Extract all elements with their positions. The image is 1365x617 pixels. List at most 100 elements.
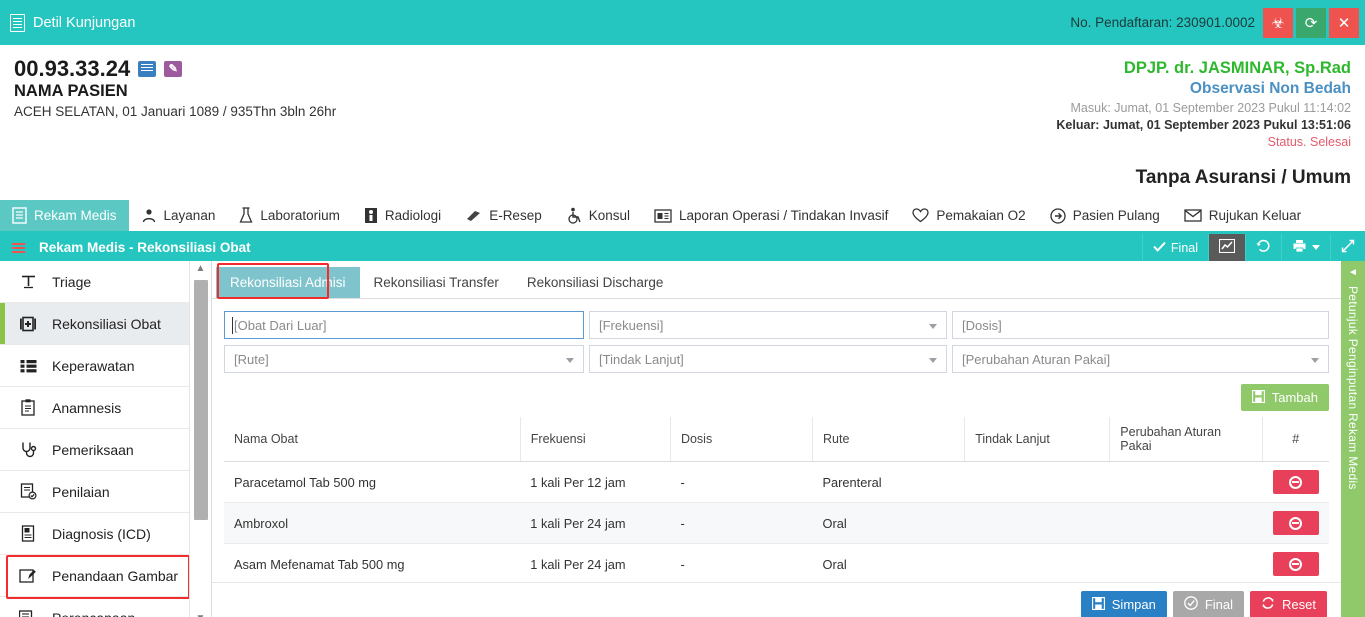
patient-birth-info: ACEH SELATAN, 01 Januari 1089 / 935Thn 3… [14,104,336,119]
sidebar-scrollbar[interactable]: ▲ ▼ [189,261,211,617]
cell-frekuensi: 1 kali Per 24 jam [520,503,670,544]
minus-circle-icon [1289,517,1302,530]
hamburger-icon[interactable] [12,243,25,253]
tambah-button[interactable]: Tambah [1241,384,1329,411]
sidebar-item-penandaan-gambar[interactable]: Penandaan Gambar [0,555,211,597]
delete-row-button[interactable] [1273,552,1319,576]
section-title: Rekam Medis - Rekonsiliasi Obat [39,240,251,255]
final-button[interactable]: Final [1173,591,1244,617]
cell-tindak-lanjut [965,503,1110,544]
sub-tab-label: Rekonsiliasi Transfer [374,275,499,290]
admission-time: Masuk: Jumat, 01 September 2023 Pukul 11… [1056,100,1351,117]
tab-pasien-pulang[interactable]: Pasien Pulang [1038,200,1172,231]
cell-rute: Oral [813,503,965,544]
ward-name: Observasi Non Bedah [1056,79,1351,100]
delete-row-button[interactable] [1273,470,1319,494]
sidebar-item-label: Perencanaan [52,610,135,617]
caret-up-icon[interactable]: ▲ [196,261,206,276]
wheelchair-icon [566,207,582,224]
tab-e-resep[interactable]: E-Resep [453,200,554,231]
caret-left-icon[interactable]: ◄ [1348,267,1358,278]
cell-dosis: - [670,503,812,544]
close-icon: ✕ [1338,14,1351,32]
scrollbar-thumb[interactable] [194,280,208,520]
expand-button[interactable] [1330,234,1365,261]
tab-konsul[interactable]: Konsul [554,200,642,231]
perubahan-aturan-pakai-select[interactable]: [Perubahan Aturan Pakai] [952,345,1329,373]
reset-button[interactable]: Reset [1250,591,1327,617]
final-button-label: Final [1205,597,1233,612]
tindak-lanjut-select[interactable]: [Tindak Lanjut] [589,345,947,373]
col-header-frekuensi: Frekuensi [520,417,670,462]
chart-button[interactable] [1208,234,1245,261]
caret-down-icon[interactable]: ▼ [196,611,206,617]
cell-frekuensi: 1 kali Per 12 jam [520,462,670,503]
table-body: Paracetamol Tab 500 mg 1 kali Per 12 jam… [224,462,1329,585]
table-head: Nama Obat Frekuensi Dosis Rute Tindak La… [224,417,1329,462]
sidebar-item-keperawatan[interactable]: Keperawatan [0,345,211,387]
tab-layanan[interactable]: Layanan [129,200,228,231]
virus-icon-button[interactable]: ☣ [1263,8,1293,38]
tab-rekonsiliasi-discharge[interactable]: Rekonsiliasi Discharge [513,267,678,298]
virus-icon: ☣ [1271,14,1284,32]
right-help-panel[interactable]: ◄ Petunjuk Penginputan Rekam Medis [1341,261,1365,617]
main-nav-tabs: Rekam Medis Layanan Laboratorium Radiolo… [0,200,1365,234]
records-list-icon[interactable] [138,61,156,77]
perubahan-aturan-pakai-placeholder: [Perubahan Aturan Pakai] [962,352,1110,367]
sidebar-item-label: Penandaan Gambar [52,568,178,584]
sidebar-item-diagnosis-icd[interactable]: Diagnosis (ICD) [0,513,211,555]
delete-row-button[interactable] [1273,511,1319,535]
save-icon [1092,597,1105,613]
tab-rujukan-keluar[interactable]: Rujukan Keluar [1172,200,1313,231]
form-row-2: [Rute] [Tindak Lanjut] [Perubahan Aturan… [224,345,1329,373]
image-marking-icon [18,568,38,584]
sidebar-item-anamnesis[interactable]: Anamnesis [0,387,211,429]
radiology-icon [364,207,378,224]
sidebar-item-triage[interactable]: Triage [0,261,211,303]
col-header-dosis: Dosis [670,417,812,462]
rute-select[interactable]: [Rute] [224,345,584,373]
edit-patient-icon[interactable] [164,61,182,77]
patient-identity: 00.93.33.24 NAMA PASIEN ACEH SELATAN, 01… [14,57,336,190]
close-button[interactable]: ✕ [1329,8,1359,38]
sidebar-item-perencanaan[interactable]: Perencanaan [0,597,211,617]
cell-frekuensi: 1 kali Per 24 jam [520,544,670,585]
discharge-time: Keluar: Jumat, 01 September 2023 Pukul 1… [1056,117,1351,134]
save-icon [1252,390,1265,406]
tab-label: Laboratorium [260,208,340,223]
scrollbar-track[interactable] [190,276,211,611]
section-bar-left: Rekam Medis - Rekonsiliasi Obat [0,240,251,255]
refresh-icon: ⟳ [1305,14,1318,32]
history-icon [1256,239,1271,256]
cell-tindak-lanjut [965,544,1110,585]
chart-line-icon [1219,239,1235,256]
medical-record-icon [12,207,27,224]
patient-mrn-row: 00.93.33.24 [14,57,336,81]
cell-dosis: - [670,462,812,503]
history-button[interactable] [1245,234,1281,261]
refresh-button[interactable]: ⟳ [1296,8,1326,38]
tab-rekonsiliasi-transfer[interactable]: Rekonsiliasi Transfer [360,267,513,298]
tab-rekam-medis[interactable]: Rekam Medis [0,200,129,231]
sidebar-item-pemeriksaan[interactable]: Pemeriksaan [0,429,211,471]
print-caret-down-icon [1312,245,1320,250]
tab-label: Layanan [164,208,216,223]
main-panel: Rekonsiliasi Admisi Rekonsiliasi Transfe… [212,261,1341,617]
top-bar: Detil Kunjungan No. Pendaftaran: 230901.… [0,0,1365,45]
obat-dari-luar-input[interactable]: [Obat Dari Luar] [224,311,584,339]
sidebar-item-label: Anamnesis [52,400,121,416]
tab-rekonsiliasi-admisi[interactable]: Rekonsiliasi Admisi [216,267,360,298]
tab-pemakaian-o2[interactable]: Pemakaian O2 [900,200,1037,231]
dosis-input[interactable]: [Dosis] [952,311,1329,339]
final-button[interactable]: Final [1142,234,1208,261]
frekuensi-select[interactable]: [Frekuensi] [589,311,947,339]
tab-laboratorium[interactable]: Laboratorium [227,200,352,231]
expand-icon [1341,239,1355,256]
print-button[interactable] [1281,234,1330,261]
cell-tindak-lanjut [965,462,1110,503]
tab-laporan-operasi[interactable]: Laporan Operasi / Tindakan Invasif [642,200,900,231]
tab-radiologi[interactable]: Radiologi [352,200,453,231]
simpan-button[interactable]: Simpan [1081,591,1167,617]
sidebar-item-penilaian[interactable]: Penilaian [0,471,211,513]
sidebar-item-rekonsiliasi-obat[interactable]: Rekonsiliasi Obat [0,303,211,345]
